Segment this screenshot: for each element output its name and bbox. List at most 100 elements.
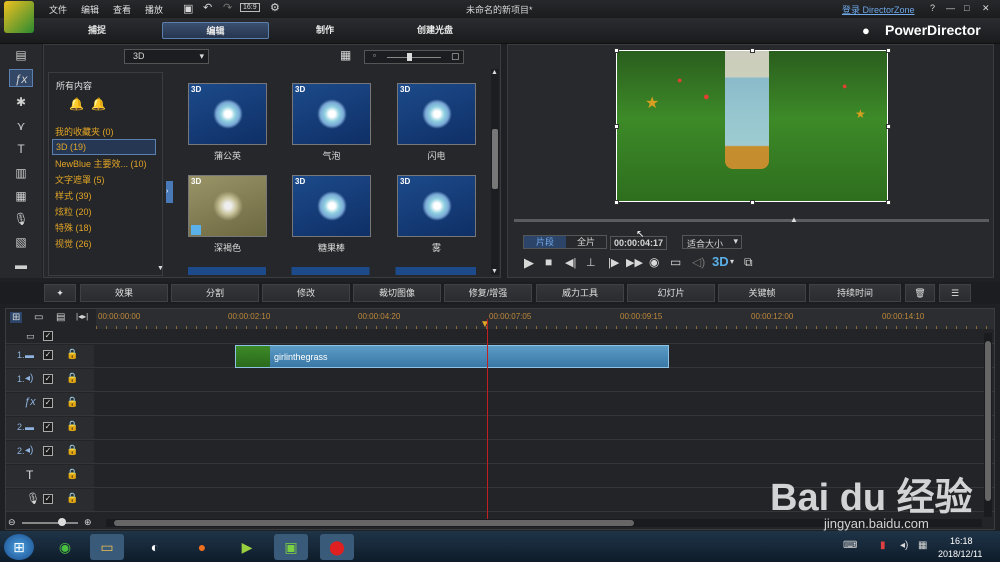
thumbnail-size-slider[interactable]: ▫ ▢ <box>364 50 464 64</box>
title-room-icon[interactable]: T <box>9 140 33 158</box>
resize-handle[interactable] <box>886 124 891 129</box>
play-icon[interactable]: ▶ <box>524 255 534 271</box>
video-clip[interactable]: girlinthegrass <box>235 345 669 368</box>
category-newblue[interactable]: NewBlue 主要效... (10) <box>55 157 147 170</box>
preview-video-frame[interactable]: ★ ★ ● ● ● <box>614 48 891 205</box>
timeline-v-scrollbar[interactable] <box>984 333 992 517</box>
tab-create-disc[interactable]: 创建光盘 <box>395 22 475 39</box>
scroll-thumb[interactable] <box>985 341 991 501</box>
grid-view-icon[interactable]: ▦ <box>340 48 351 62</box>
lock-icon[interactable]: 🔒 <box>66 445 78 456</box>
snapshot-icon[interactable]: ◉ <box>649 255 659 269</box>
fit-timeline-icon[interactable]: |◂▸| <box>76 312 88 321</box>
more-options-button[interactable]: ☰ <box>939 284 971 302</box>
particle-room-icon[interactable]: ⋎ <box>9 117 33 135</box>
library-filter-dropdown[interactable]: 3D ▾ <box>124 49 209 64</box>
resize-handle[interactable] <box>750 200 755 205</box>
aspect-ratio-badge[interactable]: 16:9 <box>240 3 260 12</box>
seek-knob[interactable]: ▲ <box>790 215 798 224</box>
delete-button[interactable]: 🗑 <box>905 284 935 302</box>
remove-favorite-icon[interactable]: 🔔 <box>91 97 106 111</box>
track-manager-icon[interactable]: ▤ <box>56 312 65 323</box>
resize-handle[interactable] <box>750 48 755 53</box>
effect-button[interactable]: 效果 <box>80 284 168 302</box>
tab-capture[interactable]: 捕捉 <box>62 22 132 39</box>
track-enable-checkbox[interactable]: ✓ <box>43 446 53 456</box>
close-button[interactable]: ✕ <box>982 3 990 14</box>
lock-icon[interactable]: 🔒 <box>66 397 78 408</box>
category-scroll-down-icon[interactable]: ▼ <box>157 265 164 272</box>
resize-handle[interactable] <box>614 48 619 53</box>
undock-preview-icon[interactable]: ⧉ <box>744 255 753 270</box>
timeline-view-icon[interactable]: ⊞ <box>10 312 23 323</box>
3d-toggle-button[interactable]: 3D <box>712 254 729 269</box>
tab-edit[interactable]: 编辑 <box>162 22 269 39</box>
redo-icon[interactable]: ↷ <box>223 1 232 14</box>
minimize-button[interactable]: — <box>946 3 955 13</box>
menu-play[interactable]: 播放 <box>145 3 163 16</box>
zoom-knob[interactable] <box>58 518 66 526</box>
resize-handle[interactable] <box>886 200 891 205</box>
playhead-marker-icon[interactable]: ▼ <box>480 319 490 330</box>
lock-icon[interactable]: 🔒 <box>66 373 78 384</box>
powerdirector-icon[interactable]: ▣ <box>274 534 308 560</box>
scroll-down-icon[interactable]: ▼ <box>491 268 498 275</box>
add-favorite-icon[interactable]: 🔔 <box>69 97 84 111</box>
modify-button[interactable]: 修改 <box>262 284 350 302</box>
movie-mode-button[interactable]: 全片 <box>566 236 606 248</box>
seek-bar[interactable]: ▲ <box>514 215 989 224</box>
undo-icon[interactable]: ↶ <box>203 1 212 14</box>
track-enable-checkbox[interactable]: ✓ <box>43 350 53 360</box>
fast-forward-icon[interactable]: ▶▶ <box>626 256 643 269</box>
effect-thumb-dandelion[interactable]: 3D <box>188 83 267 145</box>
split-icon[interactable]: ⊥ <box>586 256 596 269</box>
lock-icon[interactable]: 🔒 <box>66 349 78 360</box>
clip-mode-button[interactable]: 片段 <box>524 236 566 248</box>
category-particles[interactable]: 炫粒 (20) <box>55 205 92 218</box>
clock-date[interactable]: 2018/12/11 <box>938 549 982 559</box>
category-text-mask[interactable]: 文字遮罩 (5) <box>55 173 105 186</box>
resize-handle[interactable] <box>886 48 891 53</box>
collapse-panel-handle[interactable]: › <box>166 181 173 203</box>
subtitle-room-icon[interactable]: ▬ <box>9 256 33 274</box>
menu-view[interactable]: 查看 <box>113 3 131 16</box>
effect-thumb-candy-cane[interactable]: 3D <box>292 175 371 237</box>
media-room-icon[interactable]: ▤ <box>9 46 33 64</box>
split-button[interactable]: 分割 <box>171 284 259 302</box>
effect-thumb-lightning[interactable]: 3D <box>397 83 476 145</box>
stop-icon[interactable]: ■ <box>545 255 552 269</box>
voice-over-room-icon[interactable]: 🎙 <box>9 210 33 228</box>
firefox-icon[interactable]: ● <box>185 534 219 560</box>
category-favorites[interactable]: 我的收藏夹 (0) <box>55 125 114 138</box>
tab-produce[interactable]: 制作 <box>290 22 360 39</box>
chapter-room-icon[interactable]: ▧ <box>9 233 33 251</box>
category-visual[interactable]: 视觉 (26) <box>55 237 92 250</box>
fx-room-icon[interactable]: ƒx <box>9 69 33 87</box>
storyboard-view-icon[interactable]: ▭ <box>34 312 43 323</box>
recorder-icon[interactable]: ⬤ <box>320 534 354 560</box>
pip-room-icon[interactable]: ✱ <box>9 93 33 111</box>
category-3d[interactable]: 3D (19) <box>52 139 156 155</box>
timeline-ruler[interactable]: 00:00:00:00 00:00:02:10 00:00:04:20 00:0… <box>96 309 994 329</box>
scroll-thumb[interactable] <box>492 129 498 189</box>
track-enable-checkbox[interactable]: ✓ <box>43 398 53 408</box>
settings-icon[interactable]: ⚙ <box>270 1 280 14</box>
fix-enhance-button[interactable]: 修复/增强 <box>444 284 532 302</box>
previous-frame-icon[interactable]: ◀| <box>565 256 576 269</box>
track-enable-checkbox[interactable]: ✓ <box>43 374 53 384</box>
resize-handle[interactable] <box>614 124 619 129</box>
lock-icon[interactable]: 🔒 <box>66 493 78 504</box>
zoom-slider[interactable] <box>22 522 78 524</box>
lock-icon[interactable]: 🔒 <box>66 469 78 480</box>
track-enable-checkbox[interactable]: ✓ <box>43 494 53 504</box>
start-button-icon[interactable]: ⊞ <box>4 534 34 560</box>
volume-icon[interactable]: ◁) <box>692 255 705 269</box>
category-style[interactable]: 样式 (39) <box>55 189 92 202</box>
duration-button[interactable]: 持续时间 <box>809 284 901 302</box>
maximize-button[interactable]: □ <box>964 3 969 13</box>
keyframe-button[interactable]: 关键帧 <box>718 284 806 302</box>
library-scrollbar[interactable]: ▲ ▼ <box>491 69 499 275</box>
scroll-thumb[interactable] <box>114 520 634 526</box>
chevron-down-icon[interactable]: ▾ <box>730 257 734 266</box>
fit-dropdown[interactable]: 适合大小 ▾ <box>682 235 742 249</box>
